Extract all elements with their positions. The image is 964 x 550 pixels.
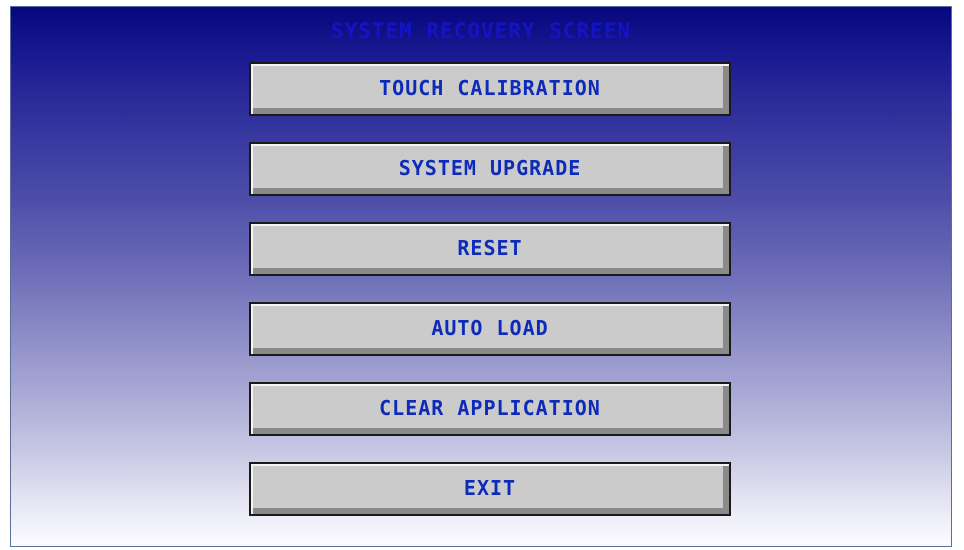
clear-application-button[interactable]: CLEAR APPLICATION: [249, 382, 731, 436]
auto-load-label: AUTO LOAD: [431, 315, 549, 340]
touch-calibration-button[interactable]: TOUCH CALIBRATION: [249, 62, 731, 116]
recovery-screen: SYSTEM RECOVERY SCREEN TOUCH CALIBRATION…: [10, 6, 952, 547]
reset-label: RESET: [457, 235, 523, 260]
exit-button[interactable]: EXIT: [249, 462, 731, 516]
reset-button[interactable]: RESET: [249, 222, 731, 276]
system-upgrade-button[interactable]: SYSTEM UPGRADE: [249, 142, 731, 196]
touch-calibration-label: TOUCH CALIBRATION: [379, 75, 601, 100]
exit-label: EXIT: [463, 475, 517, 500]
system-upgrade-label: SYSTEM UPGRADE: [398, 155, 582, 180]
auto-load-button[interactable]: AUTO LOAD: [249, 302, 731, 356]
screen-title: SYSTEM RECOVERY SCREEN: [330, 19, 632, 43]
clear-application-label: CLEAR APPLICATION: [379, 395, 601, 420]
